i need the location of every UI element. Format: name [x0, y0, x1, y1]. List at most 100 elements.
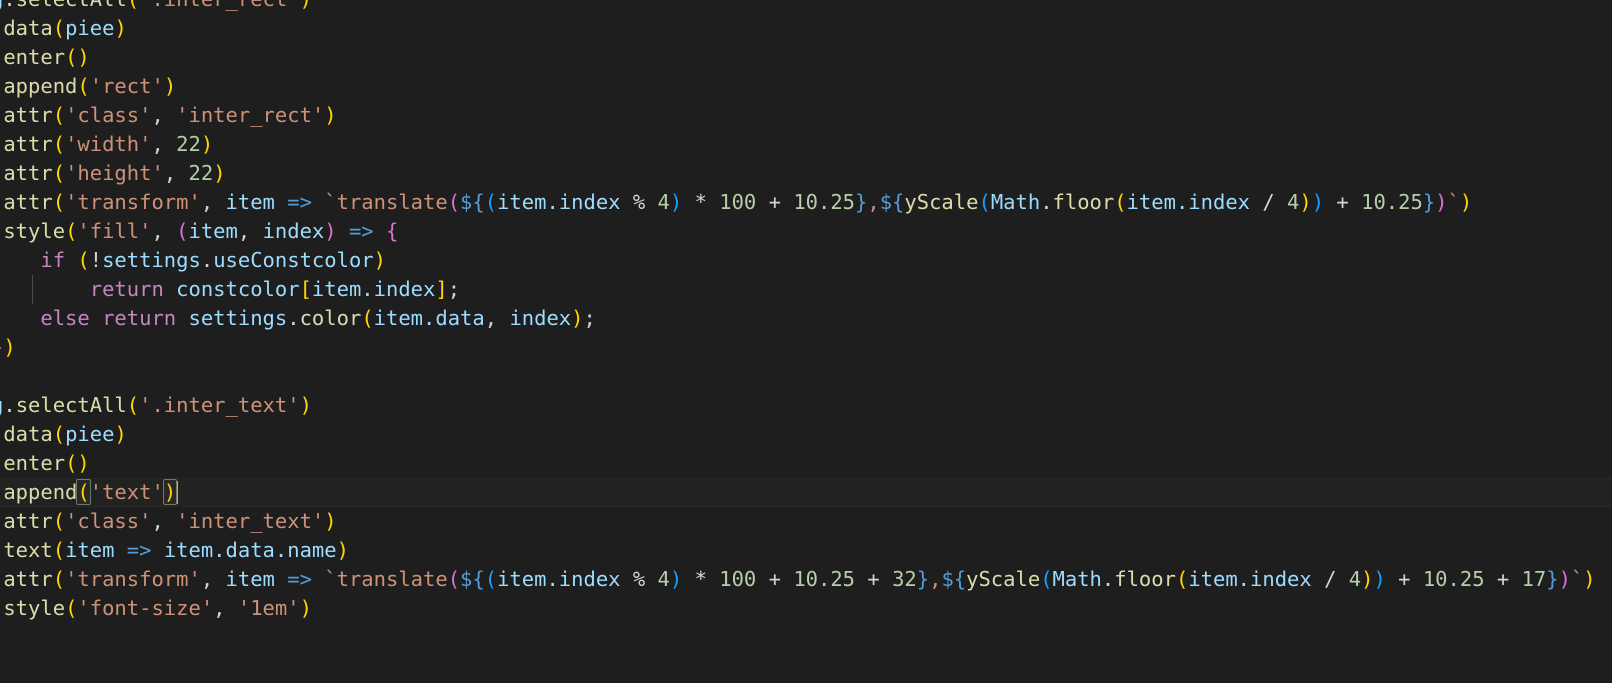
token-interp-close: }: [1546, 567, 1559, 591]
token-paren: ): [324, 219, 337, 243]
token-string: 'inter_rect': [176, 103, 325, 127]
token-paren: ): [1373, 567, 1386, 591]
token-identifier: piee: [65, 16, 115, 40]
token-keyword-if: if: [40, 248, 66, 272]
token-paren: ): [1459, 190, 1473, 214]
code-line[interactable]: return constcolor[item.index];: [0, 275, 1612, 304]
code-line[interactable]: .enter(): [0, 449, 1612, 478]
token-function: yScale: [966, 567, 1041, 591]
token-number: 100: [719, 190, 757, 214]
code-line[interactable]: .attr('transform', item => `translate(${…: [0, 188, 1612, 217]
token-method: selectAll: [16, 0, 127, 11]
token-method: attr: [3, 567, 53, 591]
token-paren: (: [52, 422, 66, 446]
code-line[interactable]: .text(item => item.data.name): [0, 536, 1612, 565]
token-identifier: Math: [990, 190, 1041, 214]
code-line[interactable]: .style('fill', (item, index) => {: [0, 217, 1612, 246]
token-template-text: translate: [336, 190, 448, 214]
token-number: 32: [892, 567, 917, 591]
token-operator: %: [632, 567, 646, 591]
code-editor[interactable]: g.selectAll('.inter_rect') .data(piee) .…: [0, 0, 1612, 683]
code-line[interactable]: else return settings.color(item.data, in…: [0, 304, 1612, 333]
code-line[interactable]: .attr('width', 22): [0, 130, 1612, 159]
token-identifier: piee: [65, 422, 115, 446]
token-number: 10.25: [1422, 567, 1485, 591]
token-operator: *: [694, 190, 707, 214]
token-semicolon: ;: [447, 277, 461, 301]
token-comma: ,: [200, 190, 226, 214]
token-param: item: [65, 538, 115, 562]
code-line[interactable]: if (!settings.useConstcolor): [0, 246, 1612, 275]
token-operator: +: [768, 190, 781, 214]
code-line[interactable]: g.selectAll('.inter_text'): [0, 391, 1612, 420]
code-line[interactable]: .attr('class', 'inter_text'): [0, 507, 1612, 536]
token-paren-matched-close: ): [162, 479, 178, 505]
token-identifier: item.index: [497, 567, 621, 591]
token-comma: ,: [151, 132, 177, 156]
token-paren: (: [52, 132, 66, 156]
code-line[interactable]: .data(piee): [0, 420, 1612, 449]
token-paren: (: [1114, 190, 1127, 214]
token-interp-close: }: [916, 567, 930, 591]
code-line-active[interactable]: .append('text'): [0, 478, 1612, 507]
token-paren: (: [77, 248, 90, 272]
token-method: text: [3, 538, 53, 562]
token-keyword-return: return: [89, 277, 164, 301]
token-string: 'height': [65, 161, 164, 185]
token-arrow: =>: [348, 219, 374, 243]
token-operator: +: [1496, 567, 1510, 591]
token-arrow: =>: [126, 538, 152, 562]
token-method: floor: [1114, 567, 1176, 591]
token-template-text: translate: [336, 567, 448, 591]
token-paren: (: [1040, 567, 1053, 591]
token-paren: ): [114, 422, 127, 446]
token-identifier: item.index: [1126, 190, 1251, 214]
token-paren: (): [65, 451, 90, 475]
token-interp-open: ${: [460, 567, 485, 591]
code-line[interactable]: .attr('class', 'inter_rect'): [0, 101, 1612, 130]
token-paren: ): [114, 16, 127, 40]
token-brace: {: [386, 219, 399, 243]
code-line-blank[interactable]: [0, 362, 1612, 391]
code-line[interactable]: .enter(): [0, 43, 1612, 72]
token-identifier: item.index: [1188, 567, 1312, 591]
token-number: 4: [657, 567, 670, 591]
token-comma: ,: [200, 567, 226, 591]
token-string: 'inter_text': [176, 509, 325, 533]
token-number: 22: [188, 161, 214, 185]
token-paren: ): [324, 509, 337, 533]
token-operator: /: [1324, 567, 1337, 591]
token-paren: (: [447, 567, 461, 591]
token-paren: ): [300, 0, 312, 11]
code-line[interactable]: .attr('height', 22): [0, 159, 1612, 188]
token-property: useConstcolor: [213, 248, 374, 272]
token-operator: /: [1262, 190, 1275, 214]
code-line[interactable]: .data(piee): [0, 14, 1612, 43]
token-paren: ): [213, 161, 226, 185]
token-paren: (: [484, 190, 498, 214]
token-backtick: `: [324, 190, 337, 214]
token-interp-close: }: [855, 190, 868, 214]
code-surface[interactable]: g.selectAll('.inter_rect') .data(piee) .…: [0, 0, 1612, 623]
token-paren: ): [669, 190, 683, 214]
token-method: data: [3, 422, 53, 446]
token-semicolon: ;: [583, 306, 596, 330]
token-method: data: [3, 16, 53, 40]
token-paren: (: [52, 161, 66, 185]
token-method: selectAll: [15, 393, 127, 417]
token-paren: (: [52, 190, 66, 214]
code-line[interactable]: }): [0, 333, 1612, 362]
token-string: 'font-size': [77, 596, 214, 620]
token-identifier: item.data: [373, 306, 485, 330]
token-paren: (: [52, 567, 66, 591]
code-line[interactable]: .append('rect'): [0, 72, 1612, 101]
token-bracket: [: [299, 277, 312, 301]
code-line[interactable]: .attr('transform', item => `translate(${…: [0, 565, 1612, 594]
token-punctuation: .: [3, 393, 16, 417]
token-comma: ,: [151, 103, 177, 127]
token-identifier: index: [509, 306, 572, 330]
token-paren: (: [1175, 567, 1189, 591]
token-interp-close: }: [1422, 190, 1436, 214]
code-line[interactable]: g.selectAll('.inter_rect'): [0, 0, 1612, 14]
code-line[interactable]: .style('font-size', '1em'): [0, 594, 1612, 623]
